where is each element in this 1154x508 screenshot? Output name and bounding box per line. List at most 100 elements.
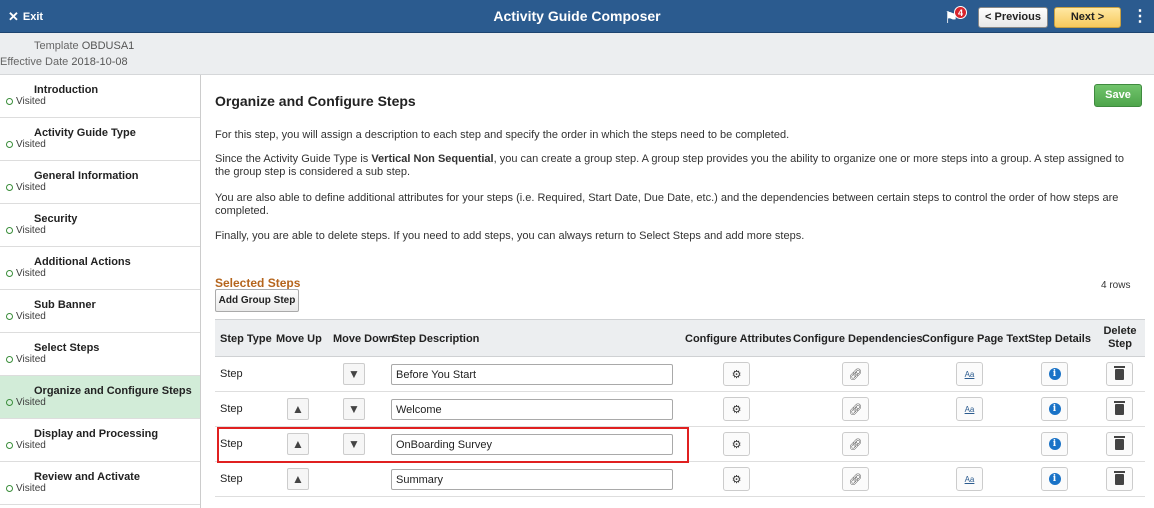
add-group-step-button[interactable]: Add Group Step [215, 289, 299, 312]
exit-button[interactable]: ✕ Exit [8, 9, 43, 25]
status-text: Visited [16, 182, 46, 193]
visited-circle-icon [6, 356, 13, 363]
sidebar-item-label: Select Steps [34, 342, 100, 354]
step-details-button[interactable]: i [1041, 362, 1068, 386]
notifications-button[interactable]: ⚑ 4 [942, 6, 968, 27]
trash-icon [1114, 365, 1125, 380]
sidebar-item[interactable]: Additional Actions Visited [0, 247, 200, 290]
next-button[interactable]: Next > [1054, 7, 1121, 28]
step-description-input[interactable] [391, 434, 673, 455]
configure-dependencies-button[interactable]: 🔗︎ [842, 432, 869, 456]
move-up-button[interactable]: ▲ [287, 468, 309, 490]
delete-col-line1: Delete [1103, 325, 1137, 337]
configure-page-text-button[interactable]: Aa [956, 362, 983, 386]
info-icon: i [1048, 473, 1061, 485]
col-move-down: Move Down [333, 333, 395, 345]
visited-circle-icon [6, 184, 13, 191]
exit-label: Exit [22, 11, 44, 23]
sidebar-item[interactable]: Organize and Configure Steps Visited [0, 376, 200, 419]
sidebar-item-status: Visited [6, 182, 46, 193]
step-details-button[interactable]: i [1041, 467, 1068, 491]
effective-date-info: Effective Date 2018-10-08 [0, 56, 128, 68]
step-details-button[interactable]: i [1041, 432, 1068, 456]
step-description-input[interactable] [391, 399, 673, 420]
link-icon: 🔗︎ [848, 403, 863, 416]
guide-type-name: Vertical Non Sequential [371, 153, 494, 165]
sidebar-item[interactable]: Introduction Visited [0, 75, 200, 118]
step-description-input[interactable] [391, 364, 673, 385]
effective-date-label: Effective Date [0, 56, 69, 68]
steps-sidebar: Introduction Visited Activity Guide Type Vi… [0, 75, 201, 508]
top-banner: ✕ Exit Activity Guide Composer ⚑ 4 < Pre… [0, 0, 1154, 33]
sidebar-item-status: Visited [6, 483, 46, 494]
sidebar-item-label: Organize and Configure Steps [34, 385, 192, 397]
template-info-bar: Template OBDUSA1 Effective Date 2018-10-… [0, 33, 1154, 75]
para2-pre: Since the Activity Guide Type is [215, 153, 372, 165]
visited-circle-icon [6, 227, 13, 234]
page-title: Organize and Configure Steps [215, 93, 416, 109]
move-down-button[interactable]: ▼ [343, 363, 365, 385]
link-icon: 🔗︎ [848, 438, 863, 451]
sidebar-item[interactable]: Review and Activate Visited [0, 462, 200, 505]
sidebar-item[interactable]: General Information Visited [0, 161, 200, 204]
delete-step-button[interactable] [1106, 432, 1133, 456]
visited-circle-icon [6, 141, 13, 148]
configure-attributes-button[interactable]: ⚙ [723, 467, 750, 491]
instruction-paragraph-2: Since the Activity Guide Type is Vertica… [215, 153, 1135, 179]
configure-attributes-button[interactable]: ⚙ [723, 397, 750, 421]
effective-date-value: 2018-10-08 [71, 56, 128, 68]
sidebar-item-status: Visited [6, 440, 46, 451]
configure-dependencies-button[interactable]: 🔗︎ [842, 467, 869, 491]
move-up-button[interactable]: ▲ [287, 398, 309, 420]
sidebar-item-status: Visited [6, 397, 46, 408]
move-down-button[interactable]: ▼ [343, 433, 365, 455]
move-down-button[interactable]: ▼ [343, 398, 365, 420]
configure-attributes-button[interactable]: ⚙ [723, 362, 750, 386]
arrow-down-icon: ▼ [348, 367, 360, 381]
sidebar-item[interactable]: Display and Processing Visited [0, 419, 200, 462]
sidebar-item[interactable]: Activity Guide Type Visited [0, 118, 200, 161]
configure-page-text-button[interactable]: Aa [956, 397, 983, 421]
sidebar-item[interactable]: Security Visited [0, 204, 200, 247]
visited-circle-icon [6, 313, 13, 320]
step-type: Step [220, 403, 243, 415]
table-row: Step ▼ ⚙ 🔗︎ Aa i [215, 357, 1145, 392]
status-text: Visited [16, 225, 46, 236]
template-label: Template [34, 40, 79, 52]
col-configure-dependencies: Configure Dependencies [793, 333, 923, 345]
arrow-up-icon: ▲ [292, 402, 304, 416]
move-up-button[interactable]: ▲ [287, 433, 309, 455]
configure-page-text-button[interactable]: Aa [956, 467, 983, 491]
selected-steps-title: Selected Steps [215, 276, 301, 290]
delete-step-button[interactable] [1106, 362, 1133, 386]
step-details-button[interactable]: i [1041, 397, 1068, 421]
save-button[interactable]: Save [1094, 84, 1142, 107]
info-icon: i [1048, 403, 1061, 415]
trash-icon [1114, 435, 1125, 450]
actions-menu-icon[interactable]: ⋮ [1127, 4, 1153, 29]
configure-dependencies-button[interactable]: 🔗︎ [842, 397, 869, 421]
sidebar-item-status: Visited [6, 268, 46, 279]
table-row: Step ▲ ▼ ⚙ 🔗︎ i [215, 427, 1145, 462]
sidebar-item-label: General Information [34, 170, 139, 182]
delete-step-button[interactable] [1106, 397, 1133, 421]
notification-badge: 4 [954, 6, 967, 19]
configure-dependencies-button[interactable]: 🔗︎ [842, 362, 869, 386]
link-icon: 🔗︎ [848, 473, 863, 486]
sidebar-item-status: Visited [6, 225, 46, 236]
link-icon: 🔗︎ [848, 368, 863, 381]
status-text: Visited [16, 483, 46, 494]
instruction-paragraph-4: Finally, you are able to delete steps. I… [215, 230, 805, 242]
sidebar-item[interactable]: Select Steps Visited [0, 333, 200, 376]
delete-step-button[interactable] [1106, 467, 1133, 491]
visited-circle-icon [6, 98, 13, 105]
sidebar-item-status: Visited [6, 311, 46, 322]
sidebar-item[interactable]: Sub Banner Visited [0, 290, 200, 333]
configure-attributes-button[interactable]: ⚙ [723, 432, 750, 456]
trash-icon [1114, 470, 1125, 485]
arrow-up-icon: ▲ [292, 437, 304, 451]
step-description-input[interactable] [391, 469, 673, 490]
previous-button[interactable]: < Previous [978, 7, 1048, 28]
visited-circle-icon [6, 485, 13, 492]
visited-circle-icon [6, 442, 13, 449]
